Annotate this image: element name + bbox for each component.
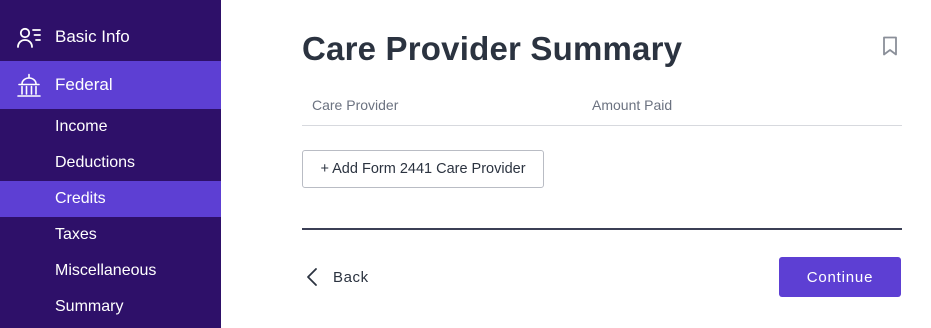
back-button[interactable]: Back: [305, 265, 369, 289]
sidebar-item-label: Miscellaneous: [55, 262, 157, 279]
sidebar-item-label: Deductions: [55, 154, 136, 171]
add-care-provider-button[interactable]: + Add Form 2441 Care Provider: [302, 150, 544, 188]
sidebar-item-basic-info[interactable]: Basic Info: [0, 13, 221, 61]
sidebar-item-label: Basic Info: [55, 27, 130, 46]
sidebar: Basic Info Federal Income Deductions Cre…: [0, 0, 221, 328]
sidebar-item-label: Federal: [55, 75, 113, 94]
sidebar-item-label: Income: [55, 118, 108, 135]
sidebar-item-income[interactable]: Income: [0, 109, 221, 145]
sidebar-item-deductions[interactable]: Deductions: [0, 145, 221, 181]
page-title: Care Provider Summary: [302, 30, 683, 67]
sidebar-item-credits[interactable]: Credits: [0, 181, 221, 217]
bookmark-icon[interactable]: [881, 36, 899, 56]
sidebar-item-federal[interactable]: Federal: [0, 61, 221, 109]
sidebar-item-label: Taxes: [55, 226, 97, 243]
sidebar-item-taxes[interactable]: Taxes: [0, 217, 221, 253]
sidebar-item-miscellaneous[interactable]: Miscellaneous: [0, 253, 221, 289]
person-list-icon: [17, 27, 41, 48]
continue-button[interactable]: Continue: [779, 257, 901, 297]
sidebar-item-summary[interactable]: Summary: [0, 289, 221, 325]
table-divider: [302, 125, 902, 126]
back-label: Back: [333, 268, 369, 286]
main-content: Care Provider Summary Care Provider Amou…: [221, 0, 931, 328]
column-header-care-provider: Care Provider: [312, 97, 399, 113]
column-header-amount-paid: Amount Paid: [592, 97, 673, 113]
sidebar-item-label: Summary: [55, 298, 124, 315]
section-divider: [302, 228, 902, 230]
sidebar-item-label: Credits: [55, 190, 106, 207]
capitol-building-icon: [17, 73, 41, 97]
chevron-left-icon: [307, 268, 317, 286]
